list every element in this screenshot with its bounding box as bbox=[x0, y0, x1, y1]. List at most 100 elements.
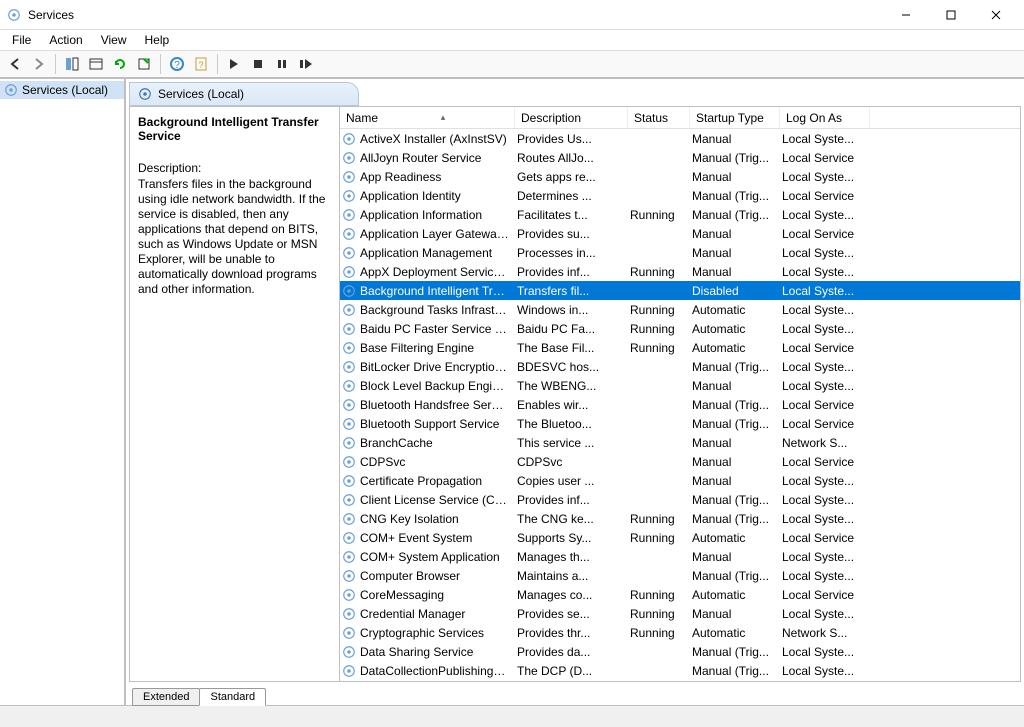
service-row[interactable]: Certificate PropagationCopies user ...Ma… bbox=[340, 471, 1020, 490]
gear-icon bbox=[4, 83, 18, 97]
service-startup-cell: Manual bbox=[690, 607, 780, 621]
service-startup-cell: Manual bbox=[690, 455, 780, 469]
service-row[interactable]: CoreMessagingManages co...RunningAutomat… bbox=[340, 585, 1020, 604]
service-row[interactable]: Block Level Backup Engine ...The WBENG..… bbox=[340, 376, 1020, 395]
service-logon-cell: Local Syste... bbox=[780, 170, 870, 184]
service-name-cell: Background Tasks Infrastru... bbox=[358, 303, 515, 317]
service-name-cell: CNG Key Isolation bbox=[358, 512, 515, 526]
gear-icon bbox=[340, 417, 358, 431]
service-row[interactable]: COM+ System ApplicationManages th...Manu… bbox=[340, 547, 1020, 566]
service-name-cell: Background Intelligent Tran... bbox=[358, 284, 515, 298]
column-headers: Name▴ Description Status Startup Type Lo… bbox=[340, 107, 1020, 129]
service-row[interactable]: COM+ Event SystemSupports Sy...RunningAu… bbox=[340, 528, 1020, 547]
description-panel: Background Intelligent Transfer Service … bbox=[130, 107, 340, 681]
help2-button[interactable]: ? bbox=[190, 53, 212, 75]
close-button[interactable] bbox=[973, 1, 1018, 29]
service-row[interactable]: App ReadinessGets apps re...ManualLocal … bbox=[340, 167, 1020, 186]
col-name[interactable]: Name▴ bbox=[340, 107, 515, 128]
service-rows-container[interactable]: ActiveX Installer (AxInstSV)Provides Us.… bbox=[340, 129, 1020, 681]
service-desc-cell: Gets apps re... bbox=[515, 170, 628, 184]
service-row[interactable]: CDPSvcCDPSvcManualLocal Service bbox=[340, 452, 1020, 471]
menu-action[interactable]: Action bbox=[43, 32, 88, 48]
properties-button[interactable] bbox=[85, 53, 107, 75]
service-startup-cell: Manual bbox=[690, 474, 780, 488]
service-startup-cell: Manual (Trig... bbox=[690, 569, 780, 583]
service-name-cell: Cryptographic Services bbox=[358, 626, 515, 640]
service-startup-cell: Manual bbox=[690, 550, 780, 564]
service-row[interactable]: CNG Key IsolationThe CNG ke...RunningMan… bbox=[340, 509, 1020, 528]
menu-file[interactable]: File bbox=[6, 32, 37, 48]
service-name-cell: COM+ System Application bbox=[358, 550, 515, 564]
service-row[interactable]: Base Filtering EngineThe Base Fil...Runn… bbox=[340, 338, 1020, 357]
service-logon-cell: Network S... bbox=[780, 436, 870, 450]
pause-service-button[interactable] bbox=[271, 53, 293, 75]
service-row[interactable]: Application InformationFacilitates t...R… bbox=[340, 205, 1020, 224]
gear-icon bbox=[340, 645, 358, 659]
service-row[interactable]: Data Sharing ServiceProvides da...Manual… bbox=[340, 642, 1020, 661]
nav-root-item[interactable]: Services (Local) bbox=[0, 81, 124, 99]
col-startup[interactable]: Startup Type bbox=[690, 107, 780, 128]
help-button[interactable]: ? bbox=[166, 53, 188, 75]
service-logon-cell: Local Service bbox=[780, 455, 870, 469]
svg-text:?: ? bbox=[174, 60, 180, 71]
service-row[interactable]: Client License Service (ClipS...Provides… bbox=[340, 490, 1020, 509]
stop-service-button[interactable] bbox=[247, 53, 269, 75]
col-status[interactable]: Status bbox=[628, 107, 690, 128]
refresh-button[interactable] bbox=[109, 53, 131, 75]
service-row[interactable]: Bluetooth Handsfree ServiceEnables wir..… bbox=[340, 395, 1020, 414]
nav-tree[interactable]: Services (Local) bbox=[0, 79, 125, 705]
maximize-button[interactable] bbox=[928, 1, 973, 29]
service-logon-cell: Local Service bbox=[780, 531, 870, 545]
service-row[interactable]: Application Layer Gateway ...Provides su… bbox=[340, 224, 1020, 243]
service-row[interactable]: ActiveX Installer (AxInstSV)Provides Us.… bbox=[340, 129, 1020, 148]
service-row[interactable]: BranchCacheThis service ...ManualNetwork… bbox=[340, 433, 1020, 452]
service-row[interactable]: BitLocker Drive Encryption ...BDESVC hos… bbox=[340, 357, 1020, 376]
menubar: File Action View Help bbox=[0, 30, 1024, 50]
col-logon[interactable]: Log On As bbox=[780, 107, 870, 128]
service-desc-cell: Supports Sy... bbox=[515, 531, 628, 545]
col-description[interactable]: Description bbox=[515, 107, 628, 128]
service-startup-cell: Automatic bbox=[690, 303, 780, 317]
service-desc-cell: The WBENG... bbox=[515, 379, 628, 393]
service-logon-cell: Local Syste... bbox=[780, 550, 870, 564]
service-name-cell: ActiveX Installer (AxInstSV) bbox=[358, 132, 515, 146]
service-status-cell: Running bbox=[628, 208, 690, 222]
service-row[interactable]: AllJoyn Router ServiceRoutes AllJo...Man… bbox=[340, 148, 1020, 167]
tab-standard[interactable]: Standard bbox=[199, 688, 266, 706]
service-startup-cell: Manual bbox=[690, 170, 780, 184]
toolbar: ? ? bbox=[0, 50, 1024, 78]
start-service-button[interactable] bbox=[223, 53, 245, 75]
service-row[interactable]: Credential ManagerProvides se...RunningM… bbox=[340, 604, 1020, 623]
gear-icon bbox=[340, 170, 358, 184]
service-name-cell: Application Management bbox=[358, 246, 515, 260]
menu-help[interactable]: Help bbox=[139, 32, 176, 48]
service-desc-cell: Processes in... bbox=[515, 246, 628, 260]
service-desc-cell: BDESVC hos... bbox=[515, 360, 628, 374]
service-row[interactable]: DataCollectionPublishingSe...The DCP (D.… bbox=[340, 661, 1020, 680]
service-row[interactable]: Background Intelligent Tran...Transfers … bbox=[340, 281, 1020, 300]
export-button[interactable] bbox=[133, 53, 155, 75]
service-row[interactable]: Bluetooth Support ServiceThe Bluetoo...M… bbox=[340, 414, 1020, 433]
show-hide-tree-button[interactable] bbox=[61, 53, 83, 75]
forward-button[interactable] bbox=[28, 53, 50, 75]
window-title: Services bbox=[28, 8, 883, 22]
service-row[interactable]: Cryptographic ServicesProvides thr...Run… bbox=[340, 623, 1020, 642]
minimize-button[interactable] bbox=[883, 1, 928, 29]
menu-view[interactable]: View bbox=[95, 32, 133, 48]
tab-extended[interactable]: Extended bbox=[132, 688, 200, 706]
service-logon-cell: Local Syste... bbox=[780, 322, 870, 336]
service-status-cell: Running bbox=[628, 512, 690, 526]
service-row[interactable]: Application ManagementProcesses in...Man… bbox=[340, 243, 1020, 262]
service-row[interactable]: Background Tasks Infrastru...Windows in.… bbox=[340, 300, 1020, 319]
gear-icon bbox=[340, 246, 358, 260]
inner-header: Services (Local) bbox=[129, 82, 359, 106]
service-row[interactable]: Computer BrowserMaintains a...Manual (Tr… bbox=[340, 566, 1020, 585]
service-row[interactable]: Baidu PC Faster Service 5.1....Baidu PC … bbox=[340, 319, 1020, 338]
service-startup-cell: Manual bbox=[690, 227, 780, 241]
main-area: Services (Local) Services (Local) Backgr… bbox=[0, 78, 1024, 705]
service-row[interactable]: Application IdentityDetermines ...Manual… bbox=[340, 186, 1020, 205]
service-row[interactable]: AppX Deployment Service (...Provides inf… bbox=[340, 262, 1020, 281]
service-name-cell: Block Level Backup Engine ... bbox=[358, 379, 515, 393]
restart-service-button[interactable] bbox=[295, 53, 317, 75]
back-button[interactable] bbox=[4, 53, 26, 75]
